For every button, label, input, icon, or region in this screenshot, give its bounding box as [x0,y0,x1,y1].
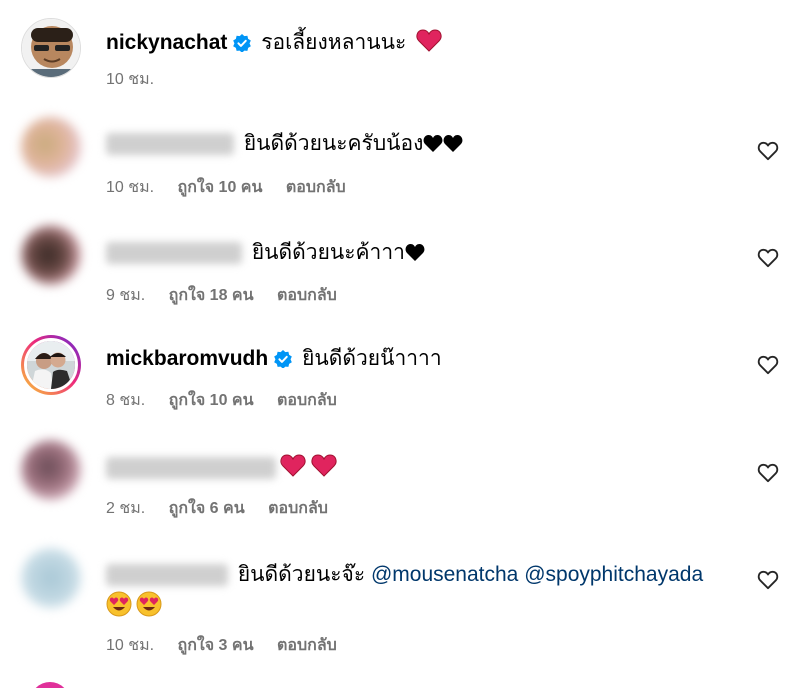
like-count[interactable]: ถูกใจ 18 คน [169,287,254,304]
heart-eyes-emoji-icon [106,591,162,617]
black-heart-icon [405,244,425,261]
comment-text: ยินดีด้วยนะครับน้อง [243,132,424,155]
avatar[interactable] [21,440,81,500]
like-count[interactable]: ถูกใจ 3 คน [178,637,254,654]
avatar[interactable] [21,225,81,285]
like-heart-icon[interactable] [757,570,779,590]
like-count[interactable]: ถูกใจ 6 คน [169,500,245,517]
reply-button[interactable]: ตอบกลับ [277,392,337,409]
username-hidden [106,457,276,480]
black-heart-icon [423,135,463,152]
avatar-photo [27,341,75,389]
verified-badge-icon [274,350,293,368]
mention-link[interactable]: @mousenatcha [371,563,518,586]
reply-button[interactable]: ตอบกลับ [268,500,328,517]
avatar[interactable] [21,548,81,608]
comment-time: 8 ชม. [106,392,146,409]
red-heart-icon [280,454,337,477]
username-hidden [106,133,234,156]
mention-link[interactable]: @spoyphitchayada [524,563,703,586]
avatar[interactable] [30,682,70,688]
red-heart-icon [416,29,442,52]
comment-text: ยินดีด้วยนะค้าาา [251,241,405,264]
username[interactable]: nickynachat [106,31,227,54]
avatar[interactable] [21,335,81,395]
verified-badge-icon [233,34,252,52]
like-count[interactable]: ถูกใจ 10 คน [178,179,263,196]
reply-button[interactable]: ตอบกลับ [286,179,346,196]
comment-text: รอเลี้ยงหลานนะ [261,31,407,54]
like-count[interactable]: ถูกใจ 10 คน [169,392,254,409]
comment-text: ยินดีด้วยนะจ๊ะ [237,563,366,586]
like-heart-icon[interactable] [757,355,779,375]
comment-time: 10 ชม. [106,71,155,88]
like-heart-icon[interactable] [757,141,779,161]
username-hidden [106,242,242,265]
username[interactable]: mickbaromvudh [106,347,268,370]
comment-time: 10 ชม. [106,179,155,196]
reply-button[interactable]: ตอบกลับ [277,637,337,654]
comment-text: ยินดีด้วยน๊าาาา [302,347,442,370]
avatar[interactable] [21,18,81,78]
avatar[interactable] [21,117,81,177]
like-heart-icon[interactable] [757,248,779,268]
like-heart-icon[interactable] [757,463,779,483]
comment-time: 9 ชม. [106,287,146,304]
reply-button[interactable]: ตอบกลับ [277,287,337,304]
comment-time: 10 ชม. [106,637,155,654]
username-hidden [106,564,228,587]
avatar-photo [22,19,80,77]
comment-time: 2 ชม. [106,500,146,517]
